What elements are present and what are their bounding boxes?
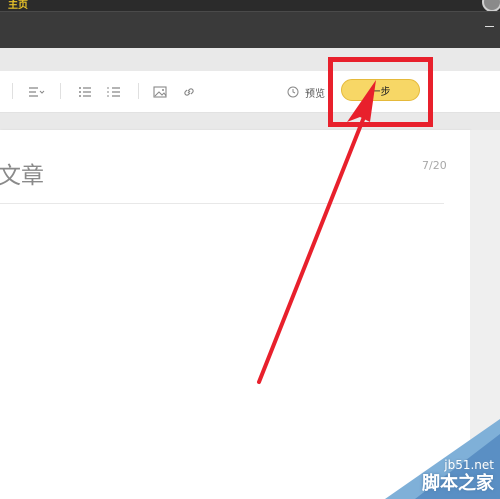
toolbar-divider <box>12 83 13 99</box>
link-icon[interactable] <box>182 84 196 98</box>
watermark-name: 脚本之家 <box>422 473 494 494</box>
top-bar: 主页 <box>0 0 500 12</box>
preview-label: 预览 <box>305 88 325 100</box>
title-divider <box>0 203 444 204</box>
image-icon[interactable] <box>153 84 167 98</box>
annotation-highlight-box <box>328 57 433 127</box>
title-bar <box>0 11 500 48</box>
align-left-icon[interactable] <box>28 84 45 98</box>
home-tab[interactable]: 主页 <box>8 0 28 11</box>
toolbar-divider <box>138 83 139 99</box>
numbered-list-icon[interactable] <box>107 84 121 98</box>
article-title-input[interactable]: 文章 <box>0 156 44 190</box>
minimize-icon[interactable] <box>485 26 494 27</box>
watermark: jb51.net 脚本之家 <box>385 419 500 499</box>
preview-button[interactable]: 预览 <box>287 83 325 101</box>
title-char-counter: 7/20 <box>422 159 447 172</box>
bullet-list-icon[interactable] <box>78 84 92 98</box>
toolbar-divider <box>60 83 61 99</box>
clock-icon <box>287 83 299 102</box>
